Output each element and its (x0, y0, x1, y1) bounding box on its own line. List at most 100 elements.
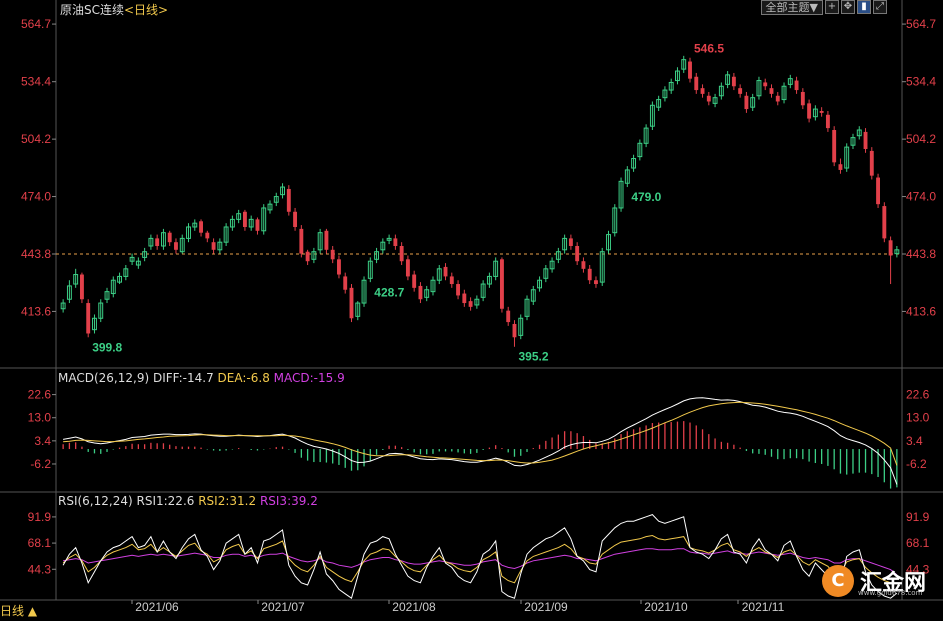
candle-body (512, 323, 517, 338)
candle-body (337, 259, 341, 275)
price-tick-label-right: 504.2 (906, 132, 936, 146)
macd-tick-label-left: 3.4 (34, 434, 51, 448)
macd-diff-value: DIFF:-14.7 (152, 371, 214, 385)
candle-body (349, 287, 354, 319)
period-tag: <日线> (124, 3, 169, 17)
candle-body (581, 261, 586, 269)
crosshair-icon[interactable]: + (825, 0, 839, 14)
candle-body (330, 249, 335, 260)
candle-body (568, 238, 573, 246)
zoom-icon[interactable]: ⤢ (873, 0, 887, 14)
macd-tick-label-right: -6.2 (906, 457, 927, 471)
candle-body (807, 103, 812, 119)
candle-body (305, 251, 310, 262)
price-tick-label-right: 443.8 (906, 247, 936, 261)
candle-body (763, 82, 768, 87)
candle-body (205, 232, 210, 239)
candle-body (587, 268, 592, 281)
candle-body (819, 110, 824, 113)
price-tick-label-left: 474.0 (21, 190, 51, 204)
candle-body (800, 91, 805, 106)
candle-body (869, 150, 874, 176)
candle-body (694, 76, 699, 91)
candle-body (700, 88, 705, 94)
rsi2-value: RSI2:31.2 (198, 494, 257, 508)
rsi-tick-label-left: 44.3 (28, 562, 52, 576)
candle-body (443, 266, 448, 277)
candle-body (832, 130, 837, 163)
candle-body (449, 276, 454, 285)
candle-body (174, 242, 178, 250)
chart-type-icon[interactable]: ▮ (857, 0, 871, 14)
candle-body (456, 284, 461, 296)
macd-label: MACD(26,12,9) (58, 371, 150, 385)
macd-tick-label-left: 13.0 (28, 411, 52, 425)
period-switch[interactable]: 日线 ▲ (0, 602, 37, 619)
candle-body (199, 221, 203, 233)
rsi-label: RSI(6,12,24) (58, 494, 133, 508)
rsi2-line (62, 534, 897, 585)
rsi1-value: RSI1:22.6 (136, 494, 195, 508)
chart-toolbar: 全部主题▼ + ✥ ▮ ⤢ (760, 0, 887, 15)
price-tick-label-right: 564.7 (906, 17, 936, 31)
macd-tick-label-right: 13.0 (906, 411, 930, 425)
candle-body (731, 76, 736, 87)
rsi-tick-label-right: 68.1 (906, 536, 930, 550)
candle-body (293, 211, 298, 227)
candle-body (706, 95, 711, 102)
rsi3-value: RSI3:39.2 (259, 494, 318, 508)
candle-body (688, 61, 692, 79)
price-tick-label-right: 474.0 (906, 190, 936, 204)
candle-body (211, 242, 216, 250)
macd-tick-label-right: 3.4 (906, 434, 923, 448)
rsi-tick-label-right: 91.9 (906, 510, 930, 524)
candle-body (155, 238, 160, 246)
candle-body (286, 188, 291, 212)
macd-legend: MACD(26,12,9) DIFF:-14.7 DEA:-6.8 MACD:-… (58, 371, 345, 385)
price-tick-label-right: 413.6 (906, 304, 936, 318)
candle-body (506, 310, 511, 323)
candle-body (769, 88, 774, 94)
candle-body (775, 95, 780, 102)
macd-macd-value: MACD:-15.9 (273, 371, 345, 385)
macd-tick-label-left: 22.6 (28, 388, 52, 402)
price-tick-label-left: 564.7 (21, 17, 51, 31)
candle-body (794, 80, 799, 91)
rsi1-line (62, 514, 898, 600)
macd-tick-label-left: -6.2 (30, 457, 51, 471)
candle-body (594, 280, 598, 285)
candle-body (343, 276, 348, 290)
candle-body (405, 259, 410, 277)
x-tick-label: 2021/11 (742, 600, 785, 614)
candle-body (167, 232, 172, 243)
candle-body (399, 246, 404, 262)
x-tick-label: 2021/09 (524, 600, 568, 614)
candle-body (888, 240, 893, 256)
chart-canvas: 564.7 564.7 534.4 534.4 504.2 504.2 474.0 474.0… (0, 0, 943, 614)
logo-url: www.gold678.com (858, 589, 923, 597)
candle-body (255, 219, 260, 231)
candle-body (468, 301, 473, 307)
rsi-legend: RSI(6,12,24) RSI1:22.6 RSI2:31.2 RSI3:39… (58, 494, 318, 508)
candle-body (324, 230, 329, 250)
candle-body (393, 238, 398, 246)
x-tick-label: 2021/10 (644, 600, 688, 614)
extreme-price-label: 399.8 (92, 341, 122, 355)
macd-tick-label-right: 22.6 (906, 388, 930, 402)
extreme-price-label: 479.0 (631, 190, 661, 204)
candle-body (242, 211, 247, 227)
rsi-tick-label-left: 91.9 (28, 510, 52, 524)
candle-body (499, 259, 504, 309)
move-icon[interactable]: ✥ (841, 0, 855, 14)
extreme-price-label: 546.5 (694, 42, 724, 56)
candle-body (876, 177, 881, 205)
price-tick-label-left: 413.6 (21, 304, 51, 318)
price-tick-label-left: 504.2 (21, 132, 51, 146)
extreme-price-label: 428.7 (374, 286, 404, 300)
instrument-name: 原油SC连续 (60, 3, 124, 17)
theme-dropdown-button[interactable]: 全部主题▼ (760, 0, 823, 15)
candle-body (825, 114, 830, 129)
price-tick-label-left: 534.4 (21, 75, 51, 89)
x-tick-label: 2021/06 (135, 600, 179, 614)
macd-diff-line (63, 397, 898, 485)
